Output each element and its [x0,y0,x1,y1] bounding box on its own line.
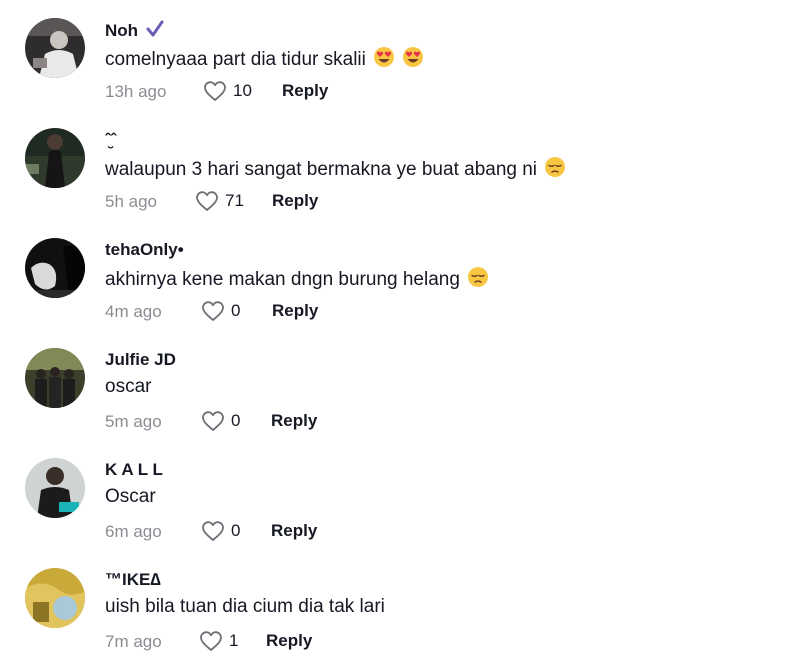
comment-item: Noh comelnyaaa part dia tidur skalii 13h… [0,0,812,110]
comment-text-content: comelnyaaa part dia tidur skalii [105,49,366,70]
comment-text-content: akhirnya kene makan dngn burung helang [105,269,460,290]
comment-text: comelnyaaa part dia tidur skalii [105,46,424,71]
timestamp: 6m ago [105,522,162,541]
like-button[interactable]: 71 [195,190,244,212]
reply-button[interactable]: Reply [282,81,328,101]
avatar-image [25,348,85,408]
heart-outline-icon [202,521,224,541]
heart-outline-icon [204,81,226,101]
avatar-image [25,128,85,188]
avatar[interactable] [25,348,85,408]
comment-text: oscar [105,376,151,398]
avatar[interactable] [25,238,85,298]
timestamp: 5m ago [105,412,162,431]
avatar-image [25,18,85,78]
comment-text: uish bila tuan dia cium dia tak lari [105,596,385,618]
reply-button[interactable]: Reply [266,631,312,651]
username-text: Julfie JD [105,350,176,369]
comment-text: Oscar [105,486,156,508]
like-count: 0 [231,411,241,430]
comment-item: Julfie JD oscar 5m ago 0 Reply [0,330,812,440]
comment-item: ˆ̮ˆ walaupun 3 hari sangat bermakna ye b… [0,110,812,220]
comment-list: Noh comelnyaaa part dia tidur skalii 13h… [0,0,812,667]
like-count: 10 [233,81,252,100]
username[interactable]: ˆ̮ˆ [105,130,116,150]
heart-outline-icon [202,411,224,431]
reply-button[interactable]: Reply [272,191,318,211]
heart-eyes-emoji-icon [374,47,395,67]
username-text: ™IKE∆ [105,570,161,589]
avatar-image [25,458,85,518]
heart-eyes-emoji-icon [403,47,424,67]
comment-item: K A L L Oscar 6m ago 0 Reply [0,440,812,550]
comment-text-content: oscar [105,376,152,397]
like-count: 1 [229,631,239,650]
timestamp: 5h ago [105,192,157,211]
avatar[interactable] [25,458,85,518]
like-button[interactable]: 10 [203,80,252,102]
username-text: ˆ̮ˆ [105,130,117,149]
pensive-emoji-icon [545,157,566,177]
comment-text: akhirnya kene makan dngn burung helang [105,266,489,291]
avatar-image [25,238,85,298]
avatar[interactable] [25,18,85,78]
comment-item: tehaOnly• akhirnya kene makan dngn burun… [0,220,812,330]
like-button[interactable]: 1 [199,630,238,652]
avatar[interactable] [25,128,85,188]
reply-button[interactable]: Reply [271,411,317,431]
like-count: 0 [231,521,241,540]
heart-outline-icon [196,191,218,211]
username[interactable]: ™IKE∆ [105,570,161,590]
pensive-emoji-icon [468,267,489,287]
comment-text: walaupun 3 hari sangat bermakna ye buat … [105,156,566,181]
comment-text-content: Oscar [105,486,156,507]
comment-text-content: walaupun 3 hari sangat bermakna ye buat … [105,159,543,180]
username-text: tehaOnly• [105,240,184,259]
username-text: K A L L [105,460,163,479]
reply-button[interactable]: Reply [272,301,318,321]
username[interactable]: K A L L [105,460,163,480]
reply-button[interactable]: Reply [271,521,317,541]
avatar[interactable] [25,568,85,628]
timestamp: 13h ago [105,82,167,101]
like-button[interactable]: 0 [201,520,240,542]
timestamp: 4m ago [105,302,162,321]
avatar-image [25,568,85,628]
comment-text-content: uish bila tuan dia cium dia tak lari [105,596,385,617]
like-count: 0 [231,301,241,320]
like-button[interactable]: 0 [201,300,240,322]
like-button[interactable]: 0 [201,410,240,432]
username[interactable]: Julfie JD [105,350,176,370]
like-count: 71 [225,191,244,210]
username-text: Noh [105,21,139,40]
username[interactable]: Noh [105,20,164,41]
username[interactable]: tehaOnly• [105,240,184,260]
heart-outline-icon [202,301,224,321]
timestamp: 7m ago [105,632,162,651]
heart-outline-icon [200,631,222,651]
checkmark-icon [146,20,164,37]
comment-item: ™IKE∆ uish bila tuan dia cium dia tak la… [0,550,812,660]
